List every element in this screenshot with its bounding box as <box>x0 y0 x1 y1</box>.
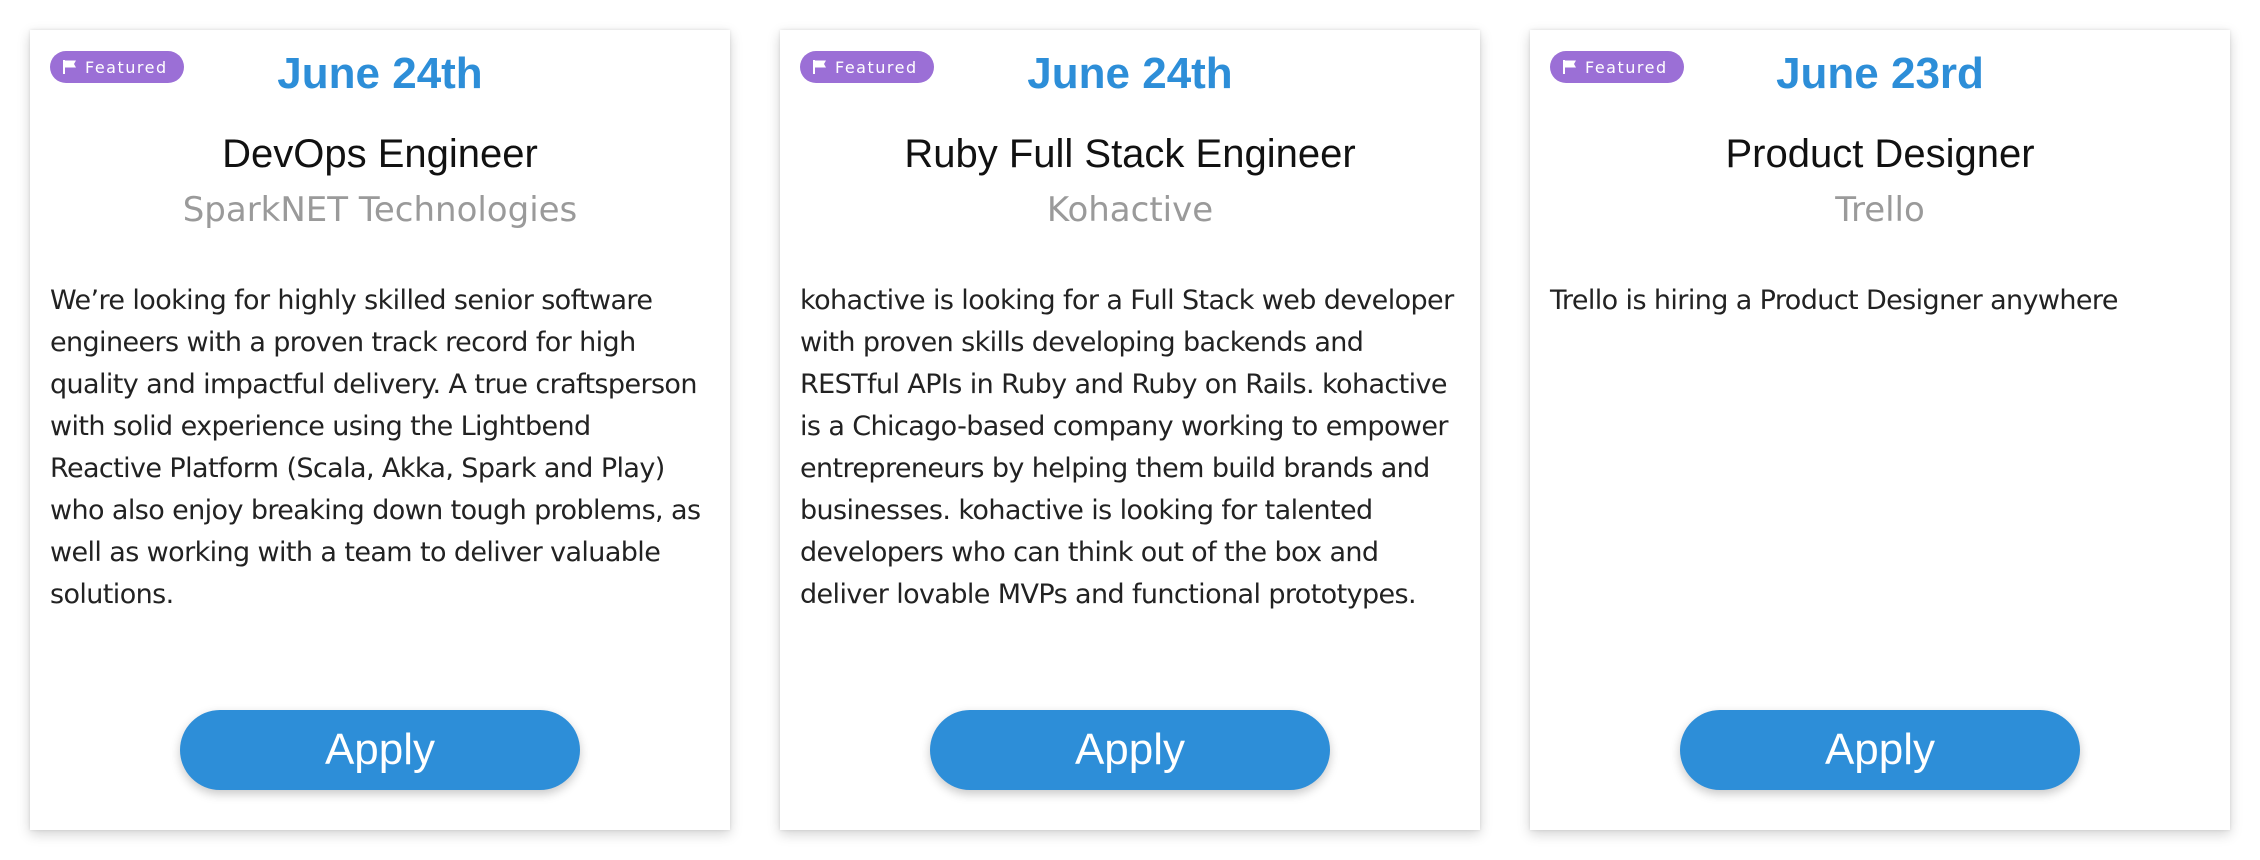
job-card: Featured June 23rd Product Designer Trel… <box>1530 30 2230 830</box>
job-card: Featured June 24th Ruby Full Stack Engin… <box>780 30 1480 830</box>
job-card-list: Featured June 24th DevOps Engineer Spark… <box>30 30 2230 830</box>
apply-button[interactable]: Apply <box>1680 710 2080 790</box>
job-description: kohactive is looking for a Full Stack we… <box>800 285 1454 610</box>
job-card: Featured June 24th DevOps Engineer Spark… <box>30 30 730 830</box>
job-title: Product Designer <box>1725 132 2035 176</box>
apply-button[interactable]: Apply <box>930 710 1330 790</box>
apply-button[interactable]: Apply <box>180 710 580 790</box>
posted-date: June 24th <box>277 49 483 98</box>
company-name: SparkNET Technologies <box>182 190 578 230</box>
company-name: Trello <box>1835 190 1925 230</box>
posted-date: June 23rd <box>1776 49 1984 98</box>
job-title: DevOps Engineer <box>222 132 538 176</box>
job-title: Ruby Full Stack Engineer <box>904 132 1356 176</box>
company-name: Kohactive <box>1046 190 1214 230</box>
job-description: Trello is hiring a Product Designer anyw… <box>1550 285 2118 316</box>
posted-date: June 24th <box>1027 49 1233 98</box>
job-description: We’re looking for highly skilled senior … <box>50 285 701 610</box>
job-listings-page: Featured June 24th DevOps Engineer Spark… <box>0 0 2260 860</box>
